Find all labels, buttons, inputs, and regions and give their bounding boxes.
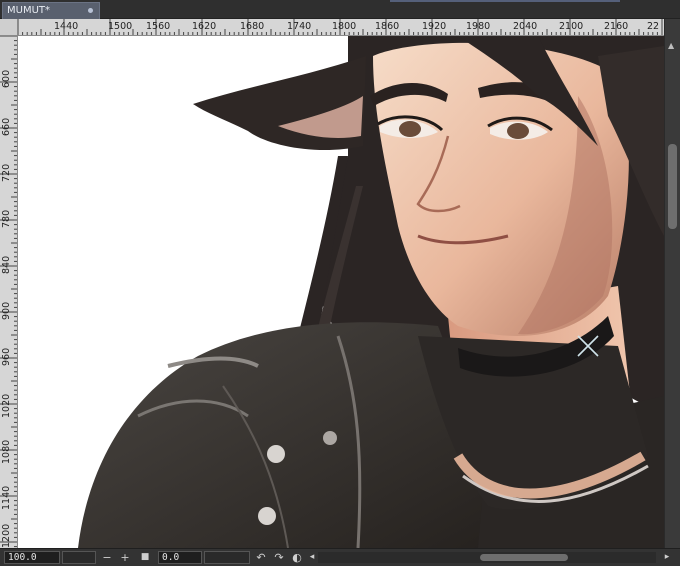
zoom-input[interactable]: 100.0 (4, 551, 60, 564)
app-window: MUMUT* 1440 1500 1560 1620 1680 1740 180… (0, 0, 680, 566)
ruler-label: 2040 (513, 21, 538, 32)
horizontal-scrollbar[interactable] (318, 552, 656, 563)
tab-modified-dot-icon[interactable] (88, 8, 93, 13)
ruler-label: 840 (1, 255, 12, 274)
scroll-left-icon[interactable]: ◂ (307, 550, 317, 565)
vertical-ruler: 600 660 720 780 840 900 960 1020 1080 11… (0, 36, 18, 548)
scroll-right-icon[interactable]: ▸ (660, 550, 674, 565)
ruler-label: 22 (647, 21, 660, 32)
tabbar-accent (390, 0, 620, 2)
drawing-canvas[interactable] (18, 36, 664, 548)
fit-to-window-button[interactable]: ■ (138, 550, 152, 565)
ruler-label: 1560 (146, 21, 171, 32)
zoom-slider[interactable] (62, 551, 96, 564)
status-bar: 100.0 − + ■ 0.0 ↶ ↷ ◐ ◂ ▸ (0, 548, 680, 566)
rotate-left-icon[interactable]: ↶ (254, 550, 268, 565)
ruler-label: 1020 (1, 393, 12, 418)
zoom-in-button[interactable]: + (118, 550, 132, 565)
ruler-label: 1200 (1, 523, 12, 548)
document-tab-bar: MUMUT* (0, 0, 680, 19)
ruler-label: 2100 (559, 21, 584, 32)
ruler-label: 600 (1, 69, 12, 88)
zoom-out-button[interactable]: − (100, 550, 114, 565)
ruler-label: 1920 (422, 21, 447, 32)
ruler-label: 720 (1, 163, 12, 182)
ruler-label: 1980 (466, 21, 491, 32)
rotation-input[interactable]: 0.0 (158, 551, 202, 564)
ruler-label: 1740 (287, 21, 312, 32)
ruler-label: 1860 (375, 21, 400, 32)
ruler-label: 1620 (192, 21, 217, 32)
vertical-ruler-ticks (0, 36, 17, 548)
document-tab-label: MUMUT* (7, 5, 51, 16)
ruler-label: 1680 (240, 21, 265, 32)
ruler-label: 2160 (604, 21, 629, 32)
ruler-corner (0, 19, 18, 36)
ruler-label: 960 (1, 347, 12, 366)
rotation-slider[interactable] (204, 551, 250, 564)
ruler-label: 1440 (54, 21, 79, 32)
rotate-right-icon[interactable]: ↷ (272, 550, 286, 565)
horizontal-scroll-thumb[interactable] (480, 554, 568, 561)
ruler-label: 900 (1, 301, 12, 320)
ruler-label: 1140 (1, 485, 12, 510)
vertical-scroll-thumb[interactable] (668, 144, 677, 229)
document-tab[interactable]: MUMUT* (2, 2, 100, 19)
ruler-label: 1080 (1, 439, 12, 464)
ruler-label: 780 (1, 209, 12, 228)
horizontal-ruler: 1440 1500 1560 1620 1680 1740 1800 1860 … (18, 19, 664, 36)
ruler-label: 1800 (332, 21, 357, 32)
scroll-up-icon[interactable]: ▲ (668, 41, 674, 50)
ruler-label: 660 (1, 117, 12, 136)
ruler-label: 1500 (108, 21, 133, 32)
flip-icon[interactable]: ◐ (290, 550, 304, 565)
illustration-artwork (78, 36, 664, 548)
vertical-scrollbar[interactable]: ▲ (664, 19, 680, 548)
